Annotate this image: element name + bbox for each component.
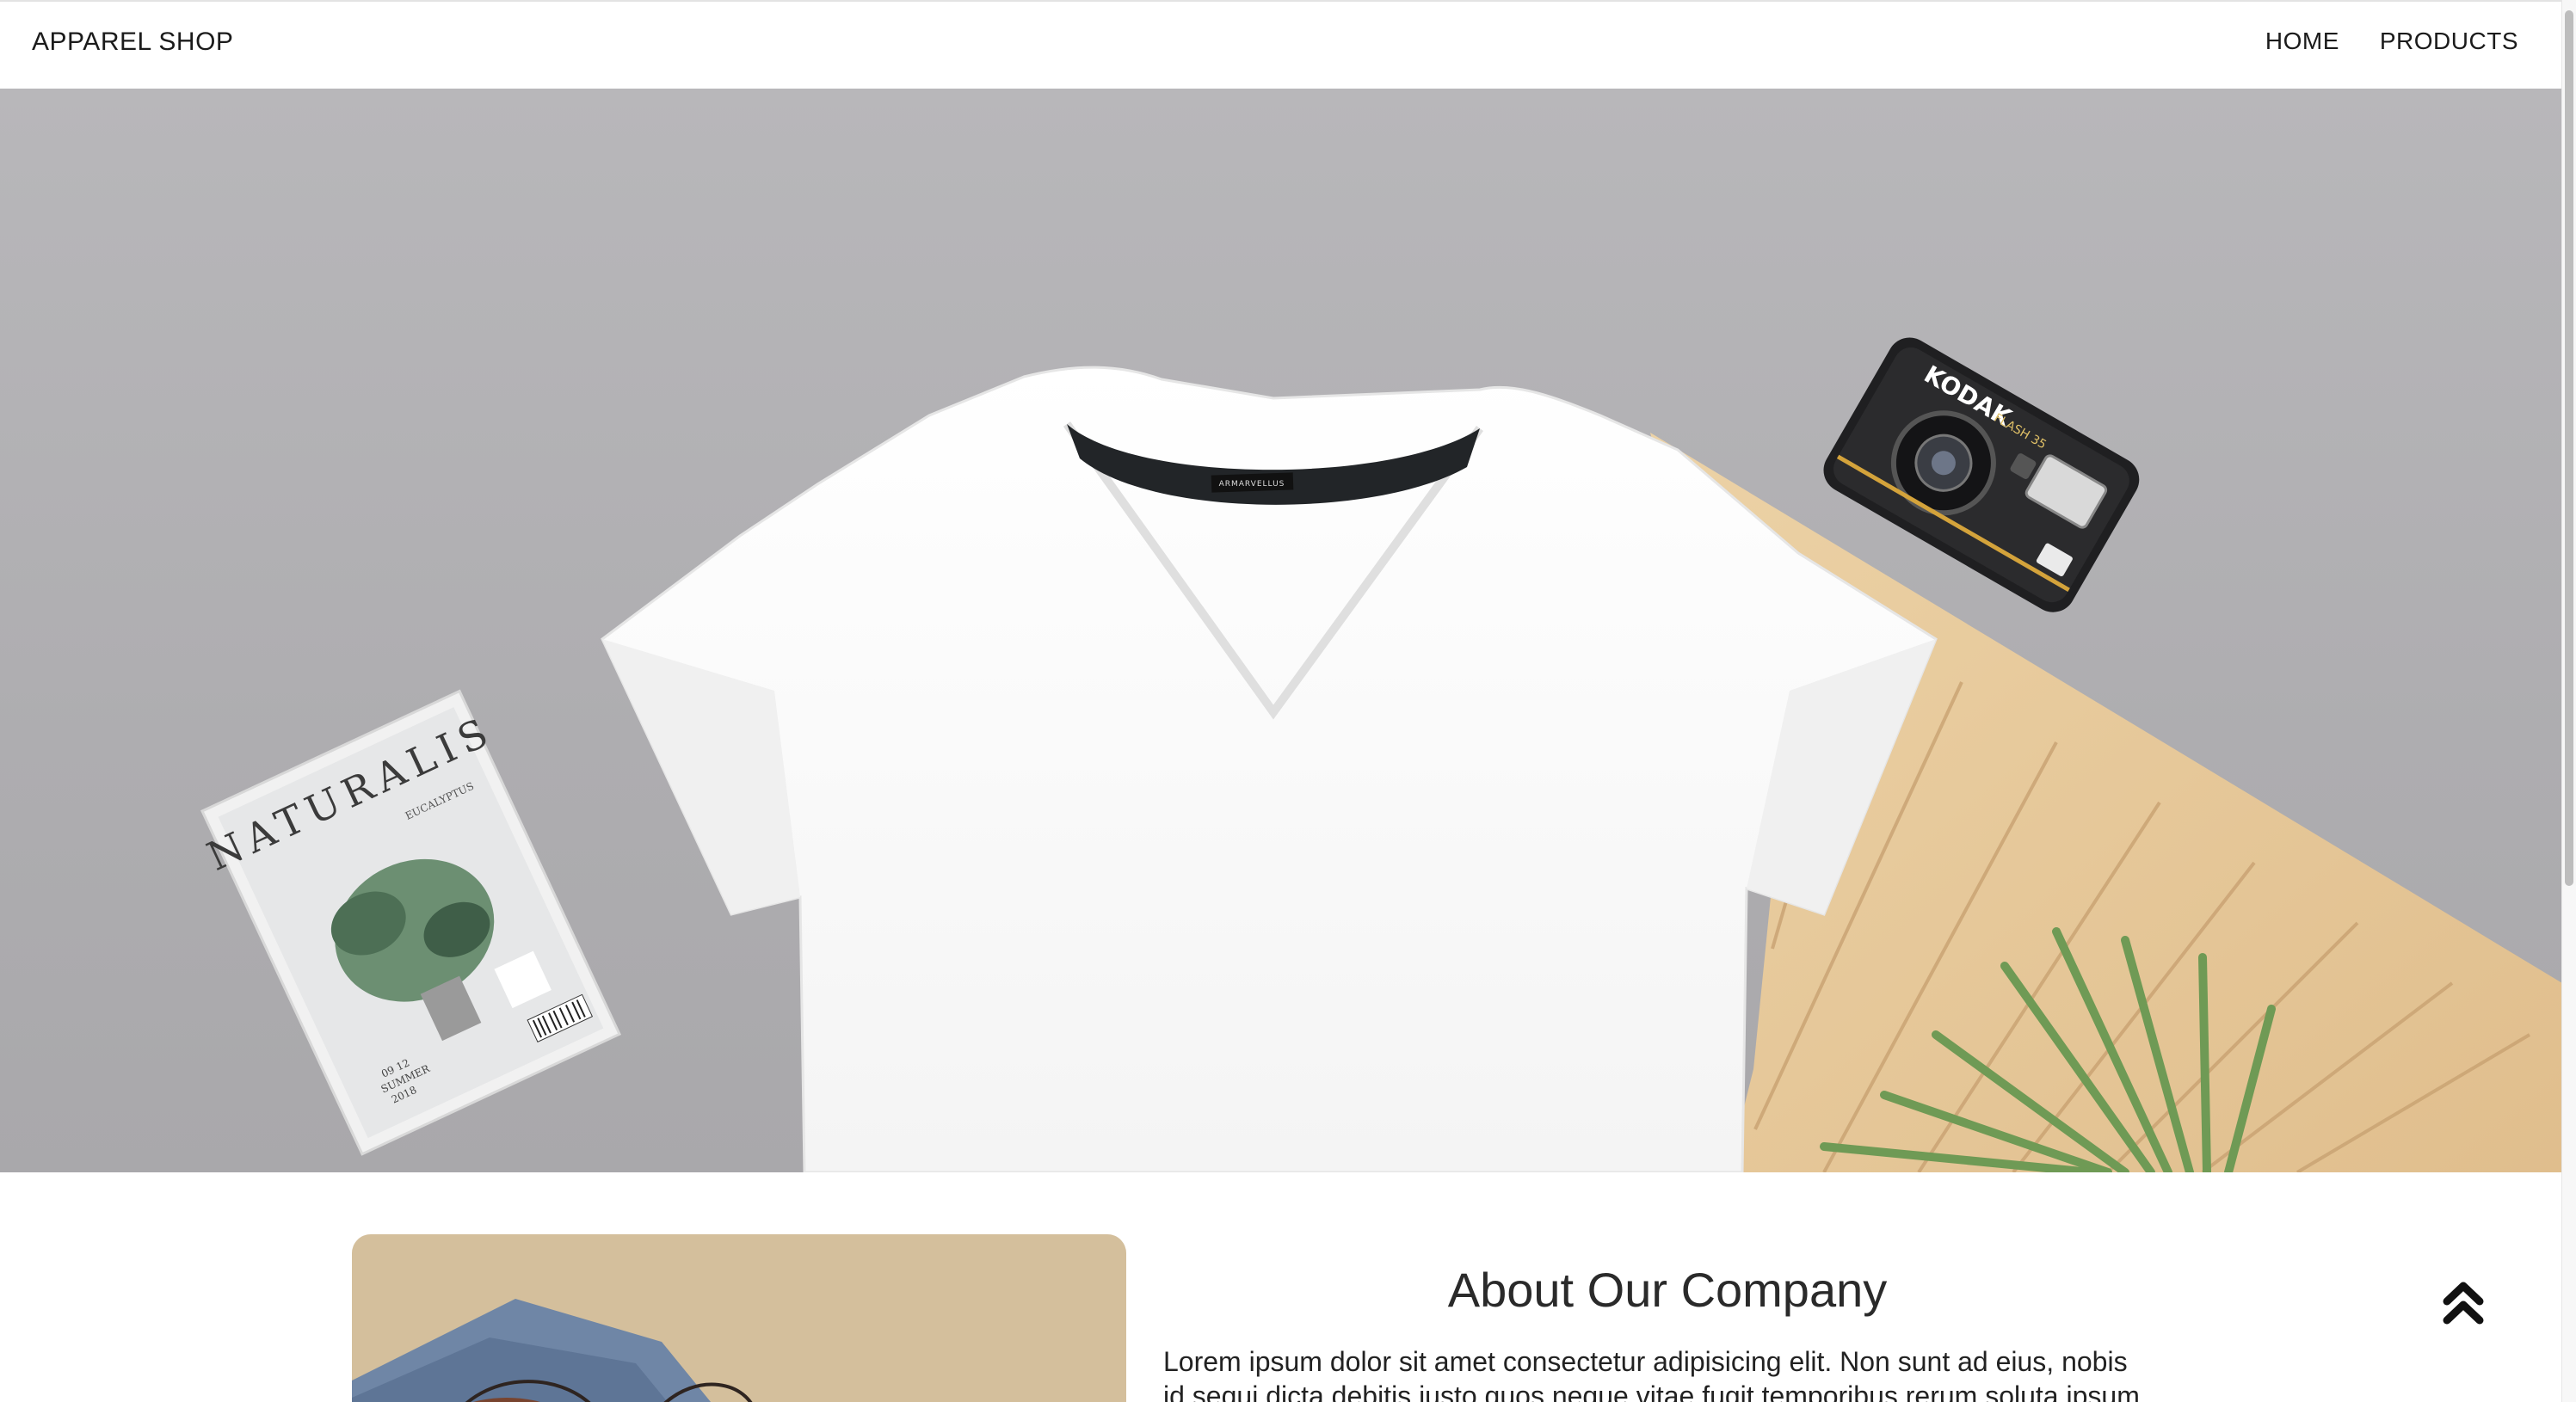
hero-banner: NATURALIS EUCALYPTUS 09 12 SUMMER 2018 A… xyxy=(0,89,2562,1172)
shirt-label: ARMARVELLUS xyxy=(1219,480,1285,489)
page: APPAREL SHOP HOME PRODUCTS NATURALIS EUC… xyxy=(0,0,2576,1402)
nav-home-link[interactable]: HOME xyxy=(2265,28,2339,55)
nav-products-link[interactable]: PRODUCTS xyxy=(2380,28,2518,55)
hero-image: NATURALIS EUCALYPTUS 09 12 SUMMER 2018 A… xyxy=(200,337,2562,1172)
brand-logo[interactable]: APPAREL SHOP xyxy=(32,28,233,57)
magazine: NATURALIS EUCALYPTUS 09 12 SUMMER 2018 xyxy=(200,689,622,1156)
vertical-scrollbar[interactable] xyxy=(2561,0,2576,1402)
double-chevron-up-icon[interactable] xyxy=(2442,1279,2485,1327)
about-title: About Our Company xyxy=(1447,1263,1888,1317)
scrollbar-thumb[interactable] xyxy=(2565,10,2573,886)
top-navbar: APPAREL SHOP HOME PRODUCTS xyxy=(0,0,2562,89)
about-text: Lorem ipsum dolor sit amet consectetur a… xyxy=(1163,1346,2140,1402)
about-beach-image xyxy=(352,1234,1126,1402)
nav-links: HOME PRODUCTS xyxy=(2265,28,2518,55)
